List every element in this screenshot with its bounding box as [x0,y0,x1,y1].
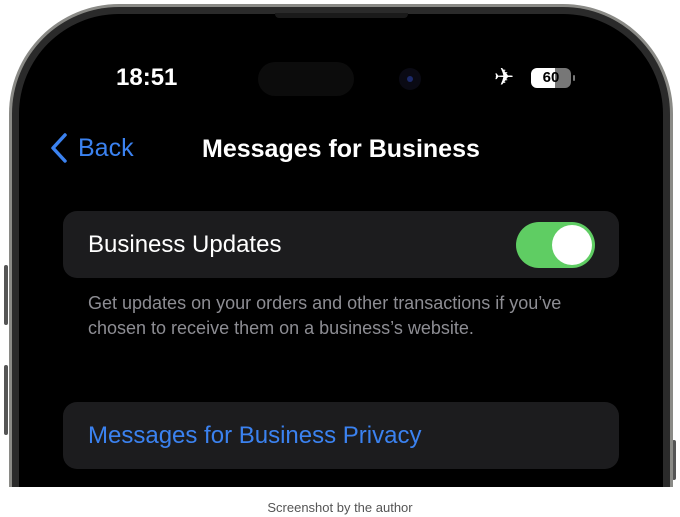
privacy-link[interactable]: Messages for Business Privacy [63,402,619,469]
volume-up-button [4,265,8,325]
status-time: 18:51 [116,64,178,91]
business-updates-footnote: Get updates on your orders and other tra… [88,293,562,338]
airplane-icon: ✈ [494,64,515,91]
toggle-knob [552,225,592,265]
page: 18:51 ✈ 60 Back Messages for Business Bu… [0,0,680,517]
privacy-link-label: Messages for Business Privacy [88,421,422,449]
chevron-left-icon [51,133,67,163]
page-title: Messages for Business [202,135,480,163]
business-updates-row: Business Updates [63,211,619,278]
camera-icon [399,68,421,90]
back-button[interactable]: Back [50,133,134,163]
business-updates-toggle[interactable] [516,222,595,268]
image-caption: Screenshot by the author [267,500,413,515]
dynamic-island [258,62,354,96]
speaker-notch [275,13,408,18]
business-updates-label: Business Updates [88,230,282,258]
battery-indicator: 60 [531,68,575,88]
phone: 18:51 ✈ 60 Back Messages for Business Bu… [0,0,680,487]
volume-down-button [4,365,8,435]
back-label: Back [78,133,134,162]
